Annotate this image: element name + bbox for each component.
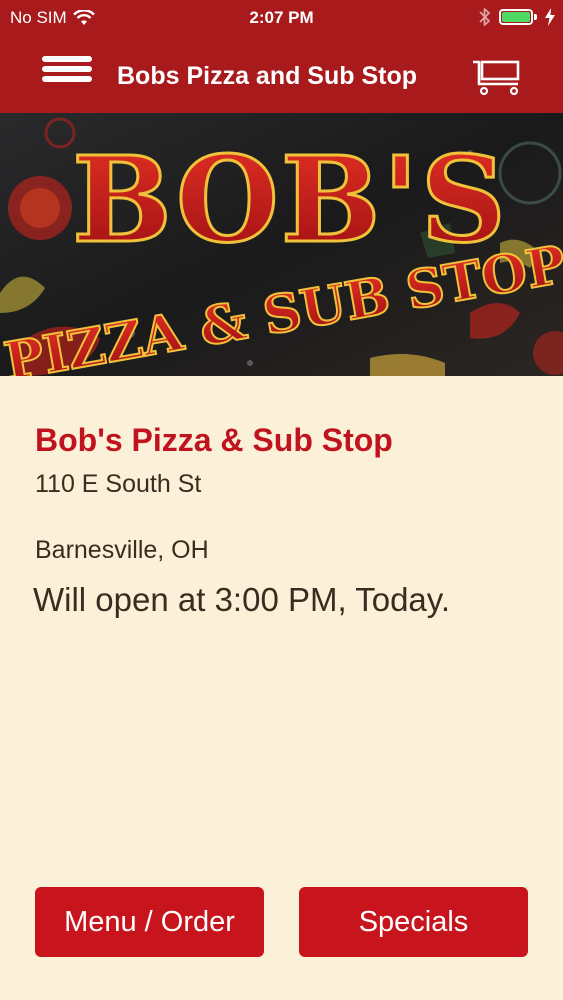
- charging-bolt-icon: [545, 8, 555, 26]
- restaurant-name: Bob's Pizza & Sub Stop: [35, 422, 393, 458]
- open-status: Will open at 3:00 PM, Today.: [33, 581, 450, 618]
- restaurant-address: 110 E South St: [35, 470, 202, 498]
- menu-order-button[interactable]: Menu / Order: [35, 887, 264, 957]
- status-bar: No SIM 2:07 PM: [0, 0, 563, 36]
- hamburger-menu-icon[interactable]: [42, 56, 92, 94]
- bluetooth-icon: [479, 8, 490, 26]
- nav-bar: Bobs Pizza and Sub Stop: [0, 36, 563, 113]
- shopping-cart-icon[interactable]: [470, 56, 522, 96]
- restaurant-city: Barnesville, OH: [35, 536, 209, 564]
- hero-banner: BOB'S PIZZA & SUB STOP: [0, 113, 563, 376]
- app-header: No SIM 2:07 PM Bobs Pizza and Sub Stop: [0, 0, 563, 113]
- svg-text:BOB'S: BOB'S: [72, 130, 508, 269]
- app-screen: No SIM 2:07 PM Bobs Pizza and Sub Stop B…: [0, 0, 563, 1000]
- battery-icon: [499, 9, 537, 25]
- nav-title: Bobs Pizza and Sub Stop: [117, 62, 418, 90]
- restaurant-logo-image: BOB'S PIZZA & SUB STOP: [0, 113, 563, 376]
- battery-level: [502, 12, 530, 22]
- restaurant-info: Bob's Pizza & Sub Stop 110 E South St Ba…: [33, 420, 535, 622]
- status-right-group: [479, 7, 555, 27]
- specials-button[interactable]: Specials: [299, 887, 528, 957]
